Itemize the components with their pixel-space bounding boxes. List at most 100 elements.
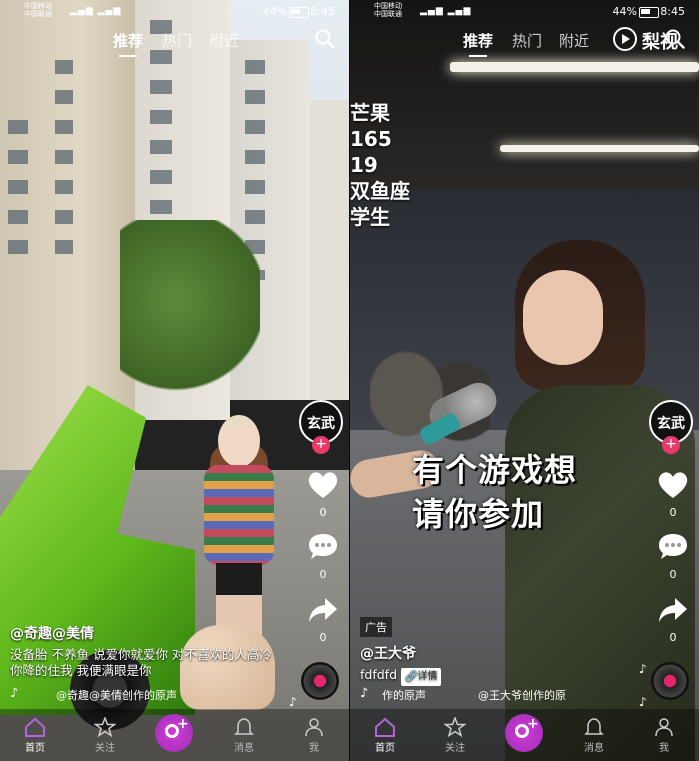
carrier-labels: 中国移动 中国联通 (24, 2, 52, 18)
bell-icon (584, 718, 604, 735)
detail-link[interactable]: 🔗详情 (401, 668, 442, 686)
star-icon (444, 717, 466, 737)
heart-icon (308, 472, 338, 498)
building (310, 100, 349, 400)
search-icon[interactable] (665, 29, 685, 49)
nav-messages-label: 消息 (584, 743, 604, 754)
music-note-icon: ♪ (10, 686, 19, 701)
nav-follow-label: 关注 (445, 743, 465, 754)
tab-hot[interactable]: 热门 (162, 30, 192, 51)
info-line: 19 (350, 153, 378, 177)
battery-percent: 44% (262, 5, 287, 18)
link-icon: 🔗 (405, 671, 418, 682)
music-ticker[interactable]: ♪ 作的原声 @王大爷创作的原 (360, 686, 660, 703)
bottom-nav: 首页 关注 消息 我 (0, 709, 349, 761)
music-title-tail: 作的原声 (382, 689, 426, 702)
video-description: fdfdfd 🔗详情 (360, 667, 630, 686)
tab-recommend[interactable]: 推荐 (113, 30, 143, 57)
nav-me-label: 我 (659, 743, 669, 754)
description-text: fdfdfd (360, 667, 398, 682)
home-icon (25, 717, 45, 737)
comment-count: 0 (669, 568, 677, 581)
star-icon (94, 717, 116, 737)
share-arrow-icon (659, 598, 687, 622)
person-icon (655, 718, 673, 737)
comment-count: 0 (319, 568, 327, 581)
video-subtitle-banner: 有个游戏想 请你参加 (412, 448, 577, 536)
nav-messages[interactable]: 消息 (564, 717, 624, 754)
share-arrow-icon (309, 598, 337, 622)
tab-nearby[interactable]: 附近 (209, 30, 239, 51)
bell-icon (234, 718, 254, 735)
tab-nearby[interactable]: 附近 (559, 30, 589, 51)
nav-home-label: 首页 (25, 743, 45, 754)
music-note-icon: ♪ (360, 686, 369, 701)
battery-icon (289, 7, 309, 18)
share-button[interactable]: 0 (647, 595, 699, 644)
author-handle[interactable]: @奇趣@美倩 (10, 623, 280, 643)
clock: 8:45 (310, 5, 335, 18)
battery-percent: 44% (612, 5, 637, 18)
video-caption: @奇趣@美倩 没备胎 不养鱼 说爱你就爱你 对不喜欢的人高冷 你降的住我 我便满… (10, 623, 280, 679)
comment-button[interactable]: 0 (297, 532, 349, 581)
like-button[interactable]: 0 (647, 470, 699, 519)
create-button[interactable] (155, 714, 193, 752)
carrier-2: 中国联通 (24, 10, 52, 18)
search-icon[interactable] (315, 29, 335, 49)
comment-icon (659, 534, 687, 559)
profile-info-overlay: 芒果 165 19 双鱼座 学生 (350, 100, 410, 230)
nav-follow[interactable]: 关注 (75, 717, 135, 754)
tab-hot[interactable]: 热门 (512, 30, 542, 51)
share-button[interactable]: 0 (297, 595, 349, 644)
carrier-1: 中国移动 (24, 2, 52, 10)
ceiling-light (450, 62, 699, 72)
follow-plus-icon[interactable]: + (662, 436, 680, 454)
subtitle-line-1: 有个游戏想 (412, 451, 578, 489)
share-count: 0 (669, 631, 677, 644)
create-button[interactable] (505, 714, 543, 752)
carrier-1: 中国移动 (374, 2, 402, 10)
nav-me-label: 我 (309, 743, 319, 754)
like-count: 0 (669, 506, 677, 519)
nav-messages[interactable]: 消息 (214, 717, 274, 754)
nav-follow-label: 关注 (95, 743, 115, 754)
music-title: @奇趣@美倩创作的原声 (56, 689, 177, 702)
home-icon (375, 717, 395, 737)
carrier-2: 中国联通 (374, 10, 402, 18)
comment-button[interactable]: 0 (647, 532, 699, 581)
battery-icon (639, 7, 659, 18)
bottom-nav: 首页 关注 消息 我 (350, 709, 699, 761)
ceiling-light (500, 145, 699, 152)
nav-home-label: 首页 (375, 743, 395, 754)
nav-home[interactable]: 首页 (5, 717, 65, 754)
like-count: 0 (319, 506, 327, 519)
info-line: 芒果 (350, 101, 390, 125)
follow-plus-icon[interactable]: + (312, 436, 330, 454)
left-video-panel[interactable]: 中国移动 中国联通 ▂▄▆ ▂▄▆ 44% 8:45 推荐 热门 附近 玄武 + (0, 0, 349, 761)
music-ticker[interactable]: ♪ @奇趣@美倩创作的原声 (10, 686, 310, 703)
trees (120, 220, 260, 420)
share-count: 0 (319, 631, 327, 644)
person-icon (305, 718, 323, 737)
heart-icon (658, 472, 688, 498)
comment-icon (309, 534, 337, 559)
screenshot: 中国移动 中国联通 ▂▄▆ ▂▄▆ 44% 8:45 推荐 热门 附近 玄武 + (0, 0, 699, 761)
info-line: 学生 (350, 205, 390, 229)
info-line: 双鱼座 (350, 179, 410, 203)
top-tabs: 推荐 热门 附近 (0, 30, 349, 60)
nav-messages-label: 消息 (234, 743, 254, 754)
nav-me[interactable]: 我 (634, 717, 694, 754)
like-button[interactable]: 0 (297, 470, 349, 519)
status-bar: 中国移动 中国联通 ▂▄▆ ▂▄▆ 44% 8:45 (350, 0, 699, 22)
nav-home[interactable]: 首页 (355, 717, 415, 754)
tab-recommend[interactable]: 推荐 (463, 30, 493, 57)
nav-follow[interactable]: 关注 (425, 717, 485, 754)
windows (8, 120, 28, 270)
play-logo-icon (613, 27, 637, 51)
status-bar: 中国移动 中国联通 ▂▄▆ ▂▄▆ 44% 8:45 (0, 0, 349, 22)
nav-me[interactable]: 我 (284, 717, 344, 754)
info-line: 165 (350, 127, 392, 151)
author-handle[interactable]: @王大爷 (360, 643, 630, 663)
right-video-panel[interactable]: 中国移动 中国联通 ▂▄▆ ▂▄▆ 44% 8:45 推荐 热门 附近 梨视 芒… (350, 0, 699, 761)
video-caption: 广告 @王大爷 fdfdfd 🔗详情 (360, 616, 630, 686)
